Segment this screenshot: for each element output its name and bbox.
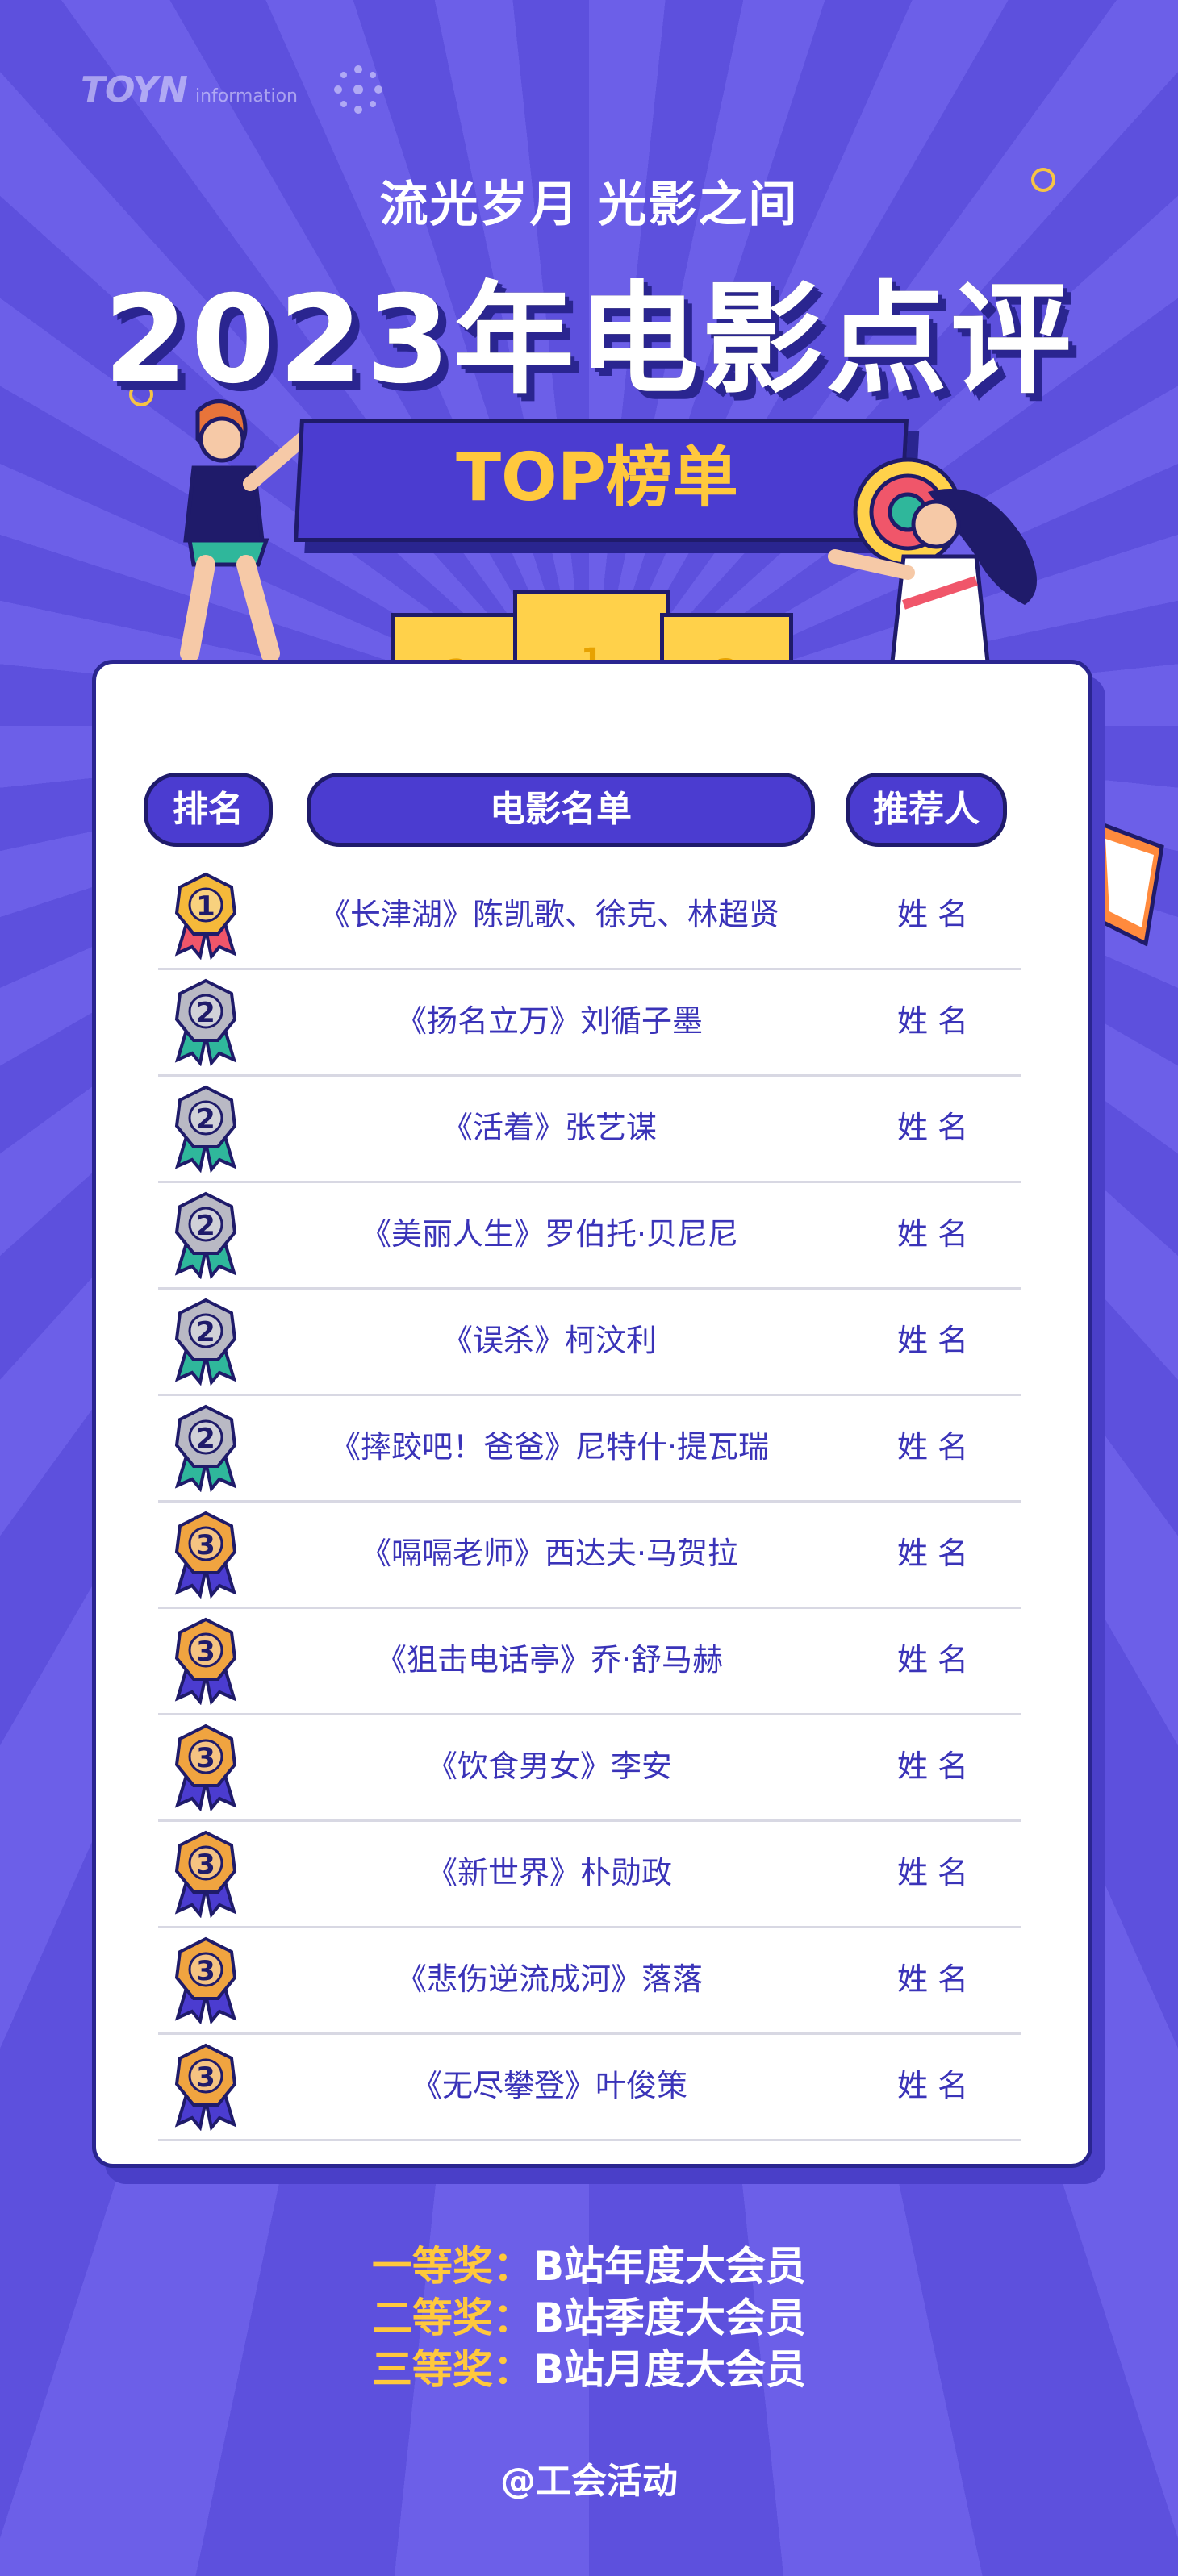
movie-title: 《活着》张艺谋	[441, 1110, 657, 1145]
medal-rank: 3	[196, 1529, 215, 1561]
medal-rank: 2	[196, 1210, 215, 1242]
movie-title: 《误杀》柯汶利	[441, 1323, 657, 1358]
medal-icon: 1	[174, 872, 237, 960]
movie-title: 《摔跤吧！爸爸》尼特什·提瓦瑞	[329, 1429, 770, 1465]
table-row: 1 《长津湖》陈凯歌、徐克、林超贤 姓 名	[158, 861, 1021, 970]
medal-rank: 3	[196, 1849, 215, 1881]
medal-icon: 2	[174, 1404, 237, 1492]
medal-icon: 2	[174, 1085, 237, 1173]
column-header-movie: 电影名单	[307, 773, 815, 847]
medal-icon: 3	[174, 2043, 237, 2131]
recommender-name: 姓 名	[896, 1961, 969, 1997]
medal-rank: 3	[196, 2061, 215, 2094]
spark-logo-icon	[333, 65, 382, 114]
recommender-name: 姓 名	[896, 1429, 969, 1465]
medal-icon: 2	[174, 1191, 237, 1279]
recommender-name: 姓 名	[896, 1855, 969, 1890]
medal-rank: 2	[196, 1316, 215, 1348]
footer-organizer: @工会活动	[500, 2461, 678, 2502]
slogan: 流光岁月 光影之间	[379, 177, 799, 233]
column-header-recommender: 推荐人	[846, 773, 1007, 847]
medal-rank: 1	[196, 890, 215, 923]
recommender-name: 姓 名	[896, 897, 969, 932]
page-title: 2023年电影点评	[103, 270, 1075, 411]
table-row: 3 《无尽攀登》叶俊策 姓 名	[158, 2032, 1021, 2141]
prize-third: 三等奖：B站月度大会员	[0, 2337, 1178, 2395]
recommender-name: 姓 名	[896, 1323, 969, 1358]
movie-title: 《扬名立万》刘循子墨	[395, 1003, 703, 1039]
recommender-name: 姓 名	[896, 2068, 969, 2103]
medal-icon: 3	[174, 1617, 237, 1705]
prize-first: 一等奖：B站年度大会员	[0, 2234, 1178, 2292]
medal-icon: 3	[174, 1830, 237, 1918]
logo-main-text: TOYN	[81, 69, 188, 110]
table-row: 2 《美丽人生》罗伯托·贝尼尼 姓 名	[158, 1181, 1021, 1290]
prize-second: 二等奖：B站季度大会员	[0, 2286, 1178, 2344]
medal-icon: 3	[174, 1724, 237, 1811]
table-row: 2 《摔跤吧！爸爸》尼特什·提瓦瑞 姓 名	[158, 1394, 1021, 1503]
logo-row: TOYN information	[81, 53, 386, 126]
movie-title: 《长津湖》陈凯歌、徐克、林超贤	[319, 897, 779, 932]
medal-rank: 3	[196, 1955, 215, 1987]
movie-title: 《悲伤逆流成河》落落	[395, 1961, 703, 1997]
movie-title: 《饮食男女》李安	[426, 1749, 672, 1784]
recommender-name: 姓 名	[896, 1216, 969, 1252]
medal-icon: 3	[174, 1511, 237, 1599]
table-row: 3 《饮食男女》李安 姓 名	[158, 1713, 1021, 1822]
medal-rank: 3	[196, 1636, 215, 1668]
prize-value: B站月度大会员	[533, 2346, 807, 2393]
movie-title: 《狙击电话亭》乔·舒马赫	[375, 1642, 724, 1678]
recommender-name: 姓 名	[896, 1110, 969, 1145]
movie-title: 《嗝嗝老师》西达夫·马贺拉	[360, 1536, 739, 1571]
prize-value: B站季度大会员	[533, 2295, 807, 2341]
medal-rank: 2	[196, 1103, 215, 1136]
movie-title: 《新世界》朴勋政	[426, 1855, 672, 1890]
poster: TOYN information 流光岁月 光影之间 2023年电影点评 TOP…	[0, 0, 1178, 2576]
medal-rank: 2	[196, 997, 215, 1029]
logo-sub-text: information	[195, 85, 298, 106]
toyn-logo: TOYN information	[81, 69, 298, 110]
recommender-name: 姓 名	[896, 1536, 969, 1571]
right-character-illustration	[828, 489, 1037, 669]
recommender-name: 姓 名	[896, 1642, 969, 1678]
column-header-rank: 排名	[144, 773, 273, 847]
table-row: 2 《活着》张艺谋 姓 名	[158, 1074, 1021, 1183]
table-row: 3 《嗝嗝老师》西达夫·马贺拉 姓 名	[158, 1500, 1021, 1609]
movie-title: 《美丽人生》罗伯托·贝尼尼	[360, 1216, 739, 1252]
ribbon-decoration	[1095, 819, 1164, 947]
table-row: 2 《误杀》柯汶利 姓 名	[158, 1287, 1021, 1396]
prize-label: 三等奖：	[371, 2346, 533, 2393]
prize-value: B站年度大会员	[533, 2243, 807, 2290]
prize-label: 二等奖：	[371, 2295, 533, 2341]
medal-icon: 2	[174, 1298, 237, 1386]
table-row: 3 《新世界》朴勋政 姓 名	[158, 1819, 1021, 1928]
table-row: 3 《悲伤逆流成河》落落 姓 名	[158, 1926, 1021, 2035]
medal-icon: 2	[174, 978, 237, 1066]
medal-rank: 3	[196, 1742, 215, 1774]
medal-icon: 3	[174, 1936, 237, 2024]
prize-label: 一等奖：	[371, 2243, 533, 2290]
movie-title: 《无尽攀登》叶俊策	[411, 2068, 687, 2103]
table-row: 2 《扬名立万》刘循子墨 姓 名	[158, 968, 1021, 1077]
recommender-name: 姓 名	[896, 1749, 969, 1784]
table-row: 3 《狙击电话亭》乔·舒马赫 姓 名	[158, 1607, 1021, 1715]
recommender-name: 姓 名	[896, 1003, 969, 1039]
medal-rank: 2	[196, 1423, 215, 1455]
